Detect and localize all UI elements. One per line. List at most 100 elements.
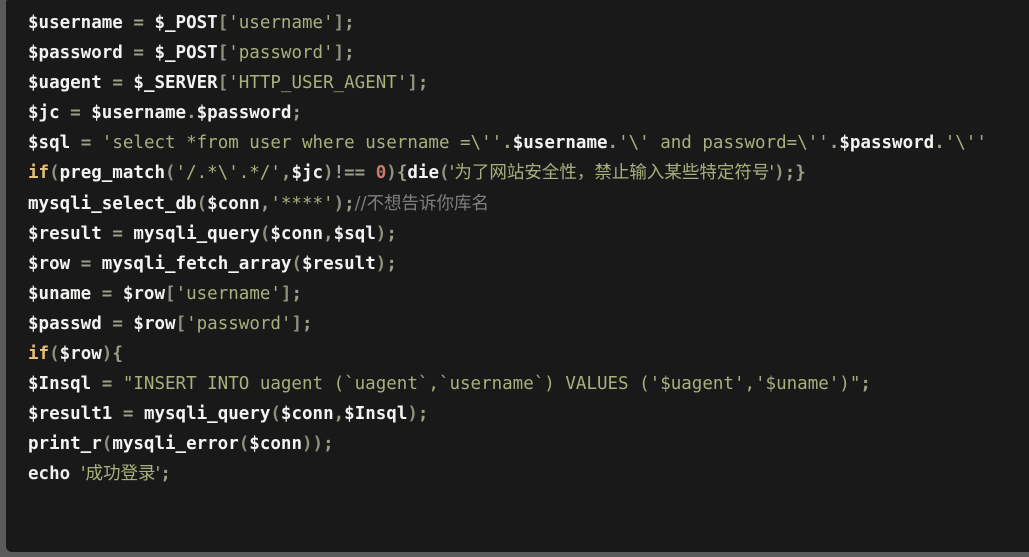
code-token: ; [784, 163, 796, 184]
code-token: $_POST [154, 13, 218, 33]
code-token: ; [344, 43, 355, 64]
code-token: 'HTTP_USER_AGENT' [228, 73, 408, 94]
code-line: echo '成功登录'; [28, 459, 1029, 489]
code-token: $jc [291, 163, 324, 184]
code-token: ; [860, 374, 871, 395]
code-line: $password = $_POST['password']; [28, 38, 1029, 68]
code-token: , [280, 163, 292, 184]
code-token: { [112, 344, 123, 365]
code-token: 0 [375, 163, 387, 184]
code-line: $passwd = $row['password']; [28, 309, 1029, 339]
code-token: ) [312, 434, 324, 455]
code-token: 'password' [228, 43, 334, 64]
code-token: $result [302, 253, 376, 274]
code-token: $passwd [28, 313, 102, 334]
code-token: ; [323, 434, 334, 455]
code-token: ) [386, 163, 397, 184]
code-lines-container: $username = $_POST['username']; $password… [28, 8, 1029, 490]
code-token: ( [439, 163, 450, 184]
code-token: $row [28, 253, 71, 274]
code-token: $jc [28, 103, 60, 124]
code-token: mysqli_fetch_array [101, 253, 292, 274]
code-token: ; [344, 193, 355, 214]
code-token: die [407, 163, 439, 184]
code-token: $conn [249, 434, 302, 455]
code-token: ( [196, 193, 208, 214]
code-token: $uagent [28, 73, 102, 94]
code-token: $Insql [344, 404, 408, 425]
code-token: ( [238, 434, 250, 455]
code-token: ) [333, 193, 345, 214]
code-token: ; [417, 73, 429, 94]
code-token: ; [291, 283, 303, 304]
code-token: '\' and password=\'' [618, 133, 829, 154]
code-token: , [323, 223, 334, 244]
code-line: $username = $_POST['username']; [28, 8, 1029, 38]
code-token: ( [49, 344, 60, 365]
code-token: $_SERVER [133, 73, 218, 94]
code-token: = [122, 404, 134, 425]
code-token: $conn [270, 223, 324, 244]
code-token: ) [375, 223, 387, 244]
code-line: $result1 = mysqli_query($conn,$Insql); [28, 399, 1029, 429]
code-token: ( [49, 163, 60, 184]
code-token: 'username' [175, 283, 281, 304]
code-token: $result [28, 223, 102, 244]
code-token: ; [160, 464, 171, 485]
code-token: $row [133, 313, 176, 334]
code-token: $username [512, 133, 608, 154]
code-line: $uagent = $_SERVER['HTTP_USER_AGENT']; [28, 68, 1029, 98]
code-token: "INSERT INTO uagent (`uagent`,`username`… [122, 374, 861, 395]
code-token: = [70, 103, 81, 124]
code-token: $username [28, 13, 123, 33]
code-token: ; [417, 404, 429, 425]
code-token: $sql [333, 223, 376, 244]
code-line: $uname = $row['username']; [28, 279, 1029, 309]
code-token: = [112, 73, 123, 94]
code-token: 'password' [186, 313, 292, 334]
code-token: } [795, 163, 806, 184]
code-line: if($row){ [28, 339, 1029, 369]
code-line: $row = mysqli_fetch_array($result); [28, 249, 1029, 279]
code-token: '成功登录' [80, 464, 161, 485]
code-token: . [186, 103, 197, 124]
code-token: ( [270, 404, 281, 425]
code-token: = [112, 223, 123, 244]
code-editor-surface[interactable]: $username = $_POST['username']; $password… [6, 0, 1029, 552]
code-token: ; [291, 103, 302, 124]
code-token: ( [259, 223, 271, 244]
code-token: . [607, 133, 619, 154]
code-token: !== [333, 163, 366, 184]
code-token: = [80, 133, 92, 154]
code-token: $password [28, 43, 123, 64]
code-token: . [828, 133, 840, 154]
code-token: ( [291, 253, 302, 274]
code-token: [ [217, 73, 229, 94]
code-token: $_POST [154, 43, 218, 64]
code-token: $row [59, 344, 102, 365]
code-line: $Insql = "INSERT INTO uagent (`uagent`,`… [28, 369, 1029, 399]
code-line: $result = mysqli_query($conn,$sql); [28, 219, 1029, 249]
code-token: ] [407, 73, 418, 94]
code-token: = [133, 43, 144, 64]
code-token: { [396, 163, 408, 184]
code-token: = [133, 13, 144, 33]
code-token: $uname [28, 283, 92, 304]
